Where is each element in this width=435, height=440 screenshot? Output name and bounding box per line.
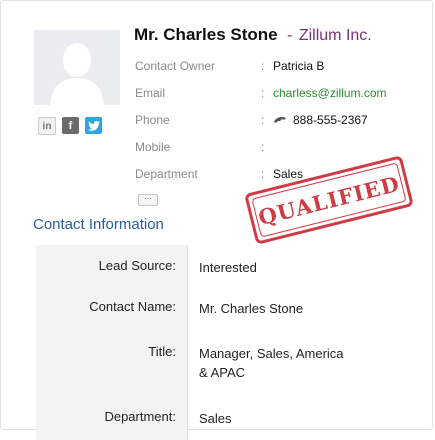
table-row: Lead Source: Interested bbox=[36, 245, 388, 286]
table-row: Contact Name: Mr. Charles Stone bbox=[36, 286, 388, 331]
row-value: Interested bbox=[199, 260, 257, 275]
twitter-icon[interactable] bbox=[85, 117, 102, 134]
phone-value-wrap[interactable]: 888-555-2367 bbox=[273, 113, 368, 127]
field-colon: : bbox=[261, 140, 265, 154]
contact-name: Mr. Charles Stone bbox=[134, 25, 278, 44]
contact-heading: Mr. Charles Stone - Zillum Inc. bbox=[134, 25, 372, 45]
twitter-bird-icon bbox=[87, 120, 100, 131]
phone-number[interactable]: 888-555-2367 bbox=[293, 113, 368, 127]
field-label: Department bbox=[135, 167, 198, 181]
contact-card: in f Mr. Charles Stone - Zillum Inc. Con… bbox=[0, 0, 433, 440]
avatar-placeholder-icon bbox=[34, 30, 120, 105]
field-colon: : bbox=[261, 167, 265, 181]
more-fields-button[interactable]: ··· bbox=[138, 194, 158, 206]
field-colon: : bbox=[261, 86, 265, 100]
field-colon: : bbox=[261, 59, 265, 73]
heading-separator: - bbox=[287, 27, 293, 44]
avatar bbox=[34, 30, 120, 105]
facebook-icon[interactable]: f bbox=[62, 117, 79, 134]
row-value: Manager, Sales, America & APAC bbox=[199, 346, 344, 380]
field-value: Sales bbox=[273, 167, 304, 181]
row-key: Department: bbox=[36, 396, 188, 440]
phone-icon[interactable] bbox=[273, 115, 287, 125]
email-link[interactable]: charless@zillum.com bbox=[273, 86, 387, 100]
row-key: Title: bbox=[36, 331, 188, 396]
row-key: Lead Source: bbox=[36, 245, 188, 286]
contact-info-table: Lead Source: Interested Contact Name: Mr… bbox=[36, 245, 388, 440]
table-row: Department: Sales bbox=[36, 396, 388, 440]
field-label: Mobile bbox=[135, 140, 171, 154]
field-label: Phone bbox=[135, 113, 170, 127]
field-value[interactable]: Patricia B bbox=[273, 59, 324, 73]
field-colon: : bbox=[261, 113, 265, 127]
row-key: Contact Name: bbox=[36, 286, 188, 331]
field-label: Email bbox=[135, 86, 166, 100]
linkedin-icon[interactable]: in bbox=[38, 117, 56, 135]
qualified-stamp: QUALIFIED bbox=[244, 155, 414, 245]
row-value: Mr. Charles Stone bbox=[199, 301, 304, 316]
social-links: in f bbox=[38, 117, 102, 135]
row-value: Sales bbox=[199, 411, 232, 426]
table-row: Title: Manager, Sales, America & APAC bbox=[36, 331, 388, 396]
company-link[interactable]: Zillum Inc. bbox=[299, 27, 372, 44]
section-title: Contact Information bbox=[33, 216, 164, 233]
field-label: Contact Owner bbox=[135, 59, 216, 73]
